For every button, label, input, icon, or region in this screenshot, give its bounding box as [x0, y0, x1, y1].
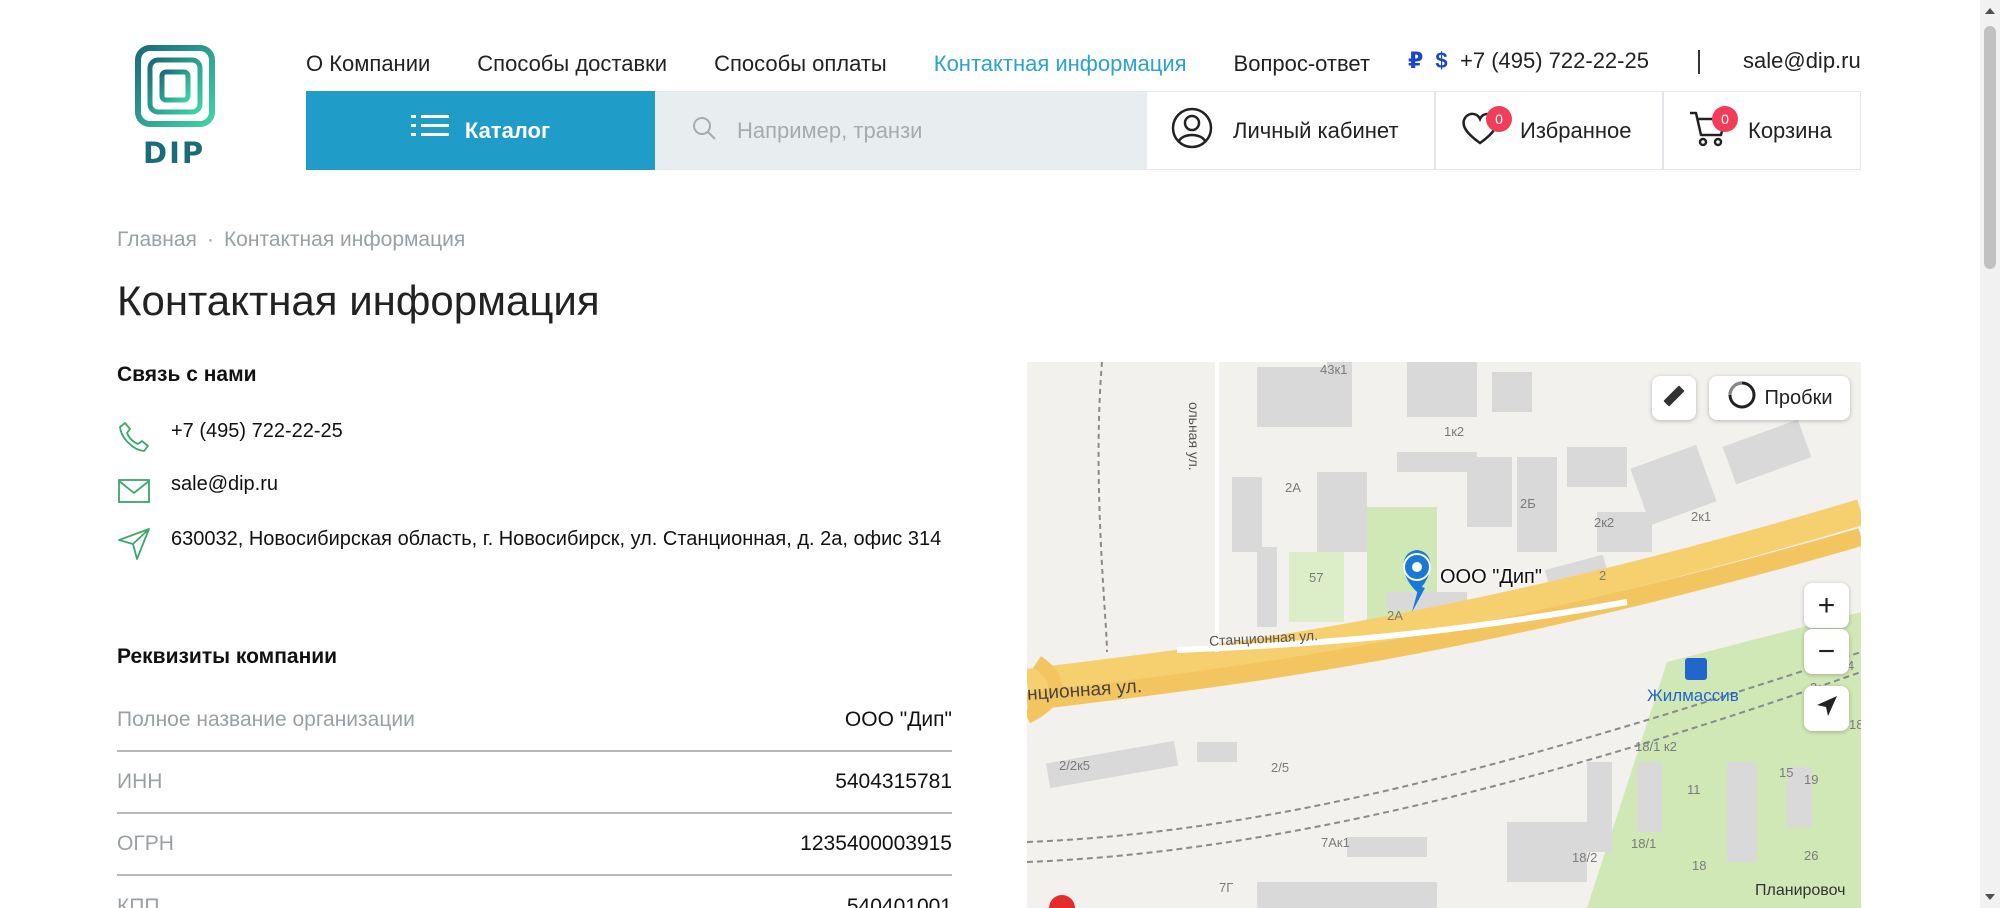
contact-address-row: 630032, Новосибирская область, г. Новоси…: [117, 526, 947, 560]
map-building-label: 1к2: [1444, 424, 1465, 439]
cart-button[interactable]: 0 Корзина: [1662, 92, 1860, 169]
contacts-heading: Связь с нами: [117, 363, 257, 386]
nav-delivery[interactable]: Способы доставки: [477, 51, 667, 77]
map-canvas: [1027, 362, 1861, 908]
map-building-label: 2А: [1285, 480, 1301, 495]
map-building-label: 57: [1309, 570, 1324, 585]
row-key: ОГРН: [117, 832, 174, 855]
ruler-button[interactable]: [1652, 376, 1696, 420]
send-icon: [117, 526, 151, 560]
mail-icon: [117, 473, 151, 507]
map-building-label: 11: [1687, 782, 1701, 797]
map-building-label: 2Б: [1520, 496, 1536, 511]
location-arrow-icon: [1815, 694, 1839, 723]
contact-phone[interactable]: +7 (495) 722-22-25: [171, 420, 343, 443]
table-row: КПП 540401001: [117, 876, 952, 908]
traffic-label: Пробки: [1764, 386, 1833, 409]
header-phone[interactable]: +7 (495) 722-22-25: [1460, 48, 1649, 74]
search-input[interactable]: [737, 117, 937, 144]
row-value: ООО "Дип": [844, 708, 952, 731]
favorites-badge: 0: [1486, 106, 1512, 132]
contact-email-row: sale@dip.ru: [117, 473, 278, 507]
nav-payment[interactable]: Способы оплаты: [714, 51, 887, 77]
favorites-label: Избранное: [1520, 117, 1632, 143]
user-icon: [1171, 107, 1213, 155]
row-key: ИНН: [117, 770, 163, 793]
currency-rub[interactable]: ₽: [1408, 48, 1423, 74]
row-key: КПП: [117, 895, 160, 908]
contact-address: 630032, Новосибирская область, г. Новоси…: [171, 528, 942, 550]
map-street-label: Жилмассив: [1647, 686, 1739, 705]
page-title: Контактная информация: [117, 277, 600, 324]
requisites-table: Полное название организации ООО "Дип" ИН…: [117, 690, 952, 908]
row-value: 1235400003915: [800, 832, 952, 855]
map-building-label: 7Ак1: [1321, 835, 1350, 850]
header-bar: Каталог Личный кабинет 0 Избранное 0 Кор…: [306, 91, 1861, 170]
scroll-down-arrow-icon[interactable]: [1985, 894, 1995, 900]
nav-faq[interactable]: Вопрос-ответ: [1234, 51, 1370, 77]
top-nav: О Компании Способы доставки Способы опла…: [306, 48, 1417, 80]
breadcrumb-separator: ·: [206, 228, 214, 251]
table-row: Полное название организации ООО "Дип": [117, 690, 952, 752]
row-value: 5404315781: [835, 770, 952, 793]
map-building-label: 2к2: [1594, 515, 1615, 530]
catalog-label: Каталог: [464, 117, 551, 143]
nav-about[interactable]: О Компании: [306, 51, 430, 77]
map-building-label: 26: [1804, 848, 1819, 863]
map-building-label: 18: [1692, 858, 1707, 873]
cabinet-label: Личный кабинет: [1233, 117, 1399, 143]
row-value: 540401001: [846, 895, 952, 908]
map-building-label: 2: [1599, 568, 1607, 583]
map-building-label: 2к1: [1691, 509, 1712, 524]
requisites-heading: Реквизиты компании: [117, 645, 338, 668]
cart-label: Корзина: [1748, 117, 1832, 143]
map-building-label: 2/5: [1271, 760, 1290, 775]
map[interactable]: 43к1 1к2 2А 2Б 2к2 2к1 57 2 2А 2/2к5 2/5…: [1027, 362, 1861, 908]
map-building-label: 18/2: [1572, 850, 1598, 865]
map-building-label: 18/1 к2: [1635, 739, 1677, 754]
map-street-label: Планировоч: [1755, 882, 1846, 899]
contact-phone-row: +7 (495) 722-22-25: [117, 420, 343, 454]
scrollbar-thumb[interactable]: [1984, 26, 1996, 269]
table-row: ИНН 5404315781: [117, 752, 952, 814]
contact-email[interactable]: sale@dip.ru: [171, 473, 278, 496]
breadcrumb-current: Контактная информация: [223, 228, 466, 251]
search-box: [655, 92, 1147, 169]
currency-usd[interactable]: $: [1435, 48, 1447, 74]
traffic-button[interactable]: Пробки: [1709, 376, 1850, 420]
map-building-label: 2А: [1387, 608, 1403, 623]
divider: [1698, 50, 1700, 74]
table-row: ОГРН 1235400003915: [117, 814, 952, 876]
ruler-icon: [1661, 383, 1687, 414]
map-street-label: ольная ул.: [1186, 402, 1202, 471]
traffic-icon: [1727, 380, 1757, 416]
logo-text: DIP: [143, 136, 206, 170]
currency-switcher: ₽ $: [1408, 48, 1448, 74]
map-building-label: 43к1: [1320, 362, 1348, 377]
zoom-out-button[interactable]: −: [1804, 629, 1849, 674]
catalog-button[interactable]: Каталог: [306, 91, 655, 170]
favorites-button[interactable]: 0 Избранное: [1434, 92, 1662, 169]
search-icon: [691, 115, 717, 146]
nav-contacts[interactable]: Контактная информация: [934, 51, 1187, 77]
map-building-label: 15: [1779, 765, 1794, 780]
menu-icon: [410, 113, 449, 149]
phone-icon: [117, 420, 151, 454]
map-building-label: 2/2к5: [1059, 758, 1090, 773]
cart-badge: 0: [1712, 106, 1738, 132]
breadcrumb-home[interactable]: Главная: [117, 228, 197, 252]
breadcrumb: Главная · Контактная информация: [117, 228, 465, 252]
row-key: Полное название организации: [117, 708, 415, 731]
zoom-in-button[interactable]: +: [1804, 583, 1849, 628]
map-building-label: 18: [1849, 717, 1861, 732]
map-building-label: 19: [1804, 772, 1819, 787]
header-email[interactable]: sale@dip.ru: [1743, 48, 1861, 74]
map-building-label: 7Г: [1219, 880, 1234, 895]
map-marker-label[interactable]: ООО "Дип": [1440, 566, 1542, 589]
geolocation-button[interactable]: [1804, 686, 1849, 731]
scrollbar[interactable]: [1980, 0, 2000, 908]
map-building-label: 18/1: [1631, 836, 1657, 851]
scroll-up-arrow-icon[interactable]: [1985, 8, 1995, 14]
cabinet-button[interactable]: Личный кабинет: [1147, 92, 1434, 169]
